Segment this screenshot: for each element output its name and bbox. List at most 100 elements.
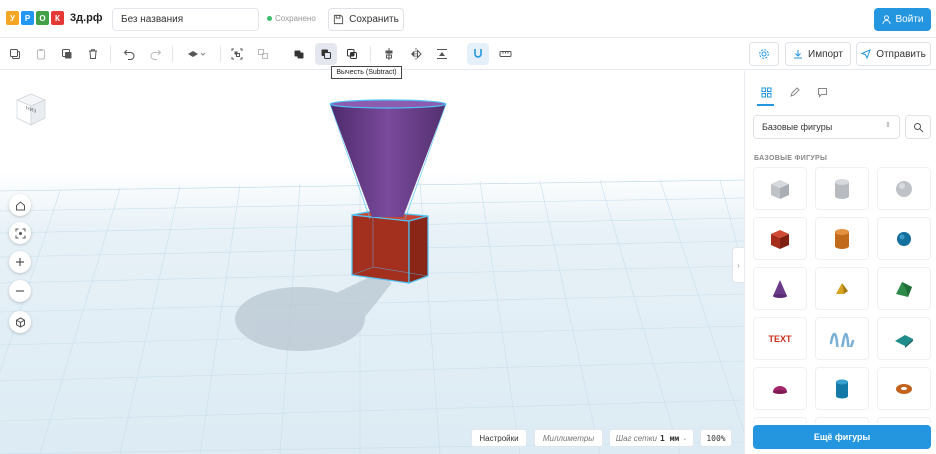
active-tab-indicator: [757, 104, 774, 106]
clipboard-icon: [37, 49, 45, 60]
snap-button[interactable]: [467, 43, 489, 65]
shape-cone[interactable]: [753, 267, 807, 310]
workplane-dropdown[interactable]: [182, 43, 212, 65]
view-cube[interactable]: НИЗ: [12, 91, 48, 127]
shape-cylinder[interactable]: [815, 217, 869, 260]
ungroup-button[interactable]: [252, 43, 274, 65]
import-button-label: Импорт: [808, 48, 843, 60]
redo-icon: [150, 49, 161, 60]
save-status: Сохранено: [267, 14, 316, 23]
orange-torus-icon: [896, 383, 912, 394]
shape-box[interactable]: [753, 217, 807, 260]
intersect-button[interactable]: [341, 43, 363, 65]
teal-wedge-icon: [895, 334, 913, 348]
shape-partial[interactable]: [815, 417, 869, 423]
red-box-shape[interactable]: [351, 210, 429, 284]
chevron-right-icon: ›: [737, 260, 740, 270]
shape-torus[interactable]: [877, 367, 931, 410]
union-icon: [294, 50, 304, 59]
login-button[interactable]: Войти: [874, 8, 931, 31]
zoom-in-button[interactable]: [9, 251, 31, 273]
magnet-icon: [474, 49, 482, 58]
yellow-pyramid-icon: [836, 282, 848, 294]
shape-cylinder-hole[interactable]: [815, 167, 869, 210]
section-title: БАЗОВЫЕ ФИГУРЫ: [754, 155, 828, 162]
shape-scribble[interactable]: [815, 317, 869, 360]
shape-text[interactable]: TEXT: [753, 317, 807, 360]
logo-letter: У: [6, 11, 19, 25]
shape-sphere[interactable]: [877, 217, 931, 260]
shape-library-value: Базовые фигуры: [762, 122, 833, 132]
shape-tube[interactable]: [815, 367, 869, 410]
delete-button[interactable]: [82, 43, 104, 65]
shape-roof[interactable]: [877, 267, 931, 310]
mirror-icon: [411, 48, 422, 60]
toolbar-divider: [172, 46, 173, 62]
shape-partial[interactable]: [877, 417, 931, 423]
group-icon: [231, 48, 243, 60]
grid-step-label: Шаг сетки: [615, 433, 657, 443]
union-button[interactable]: [288, 43, 310, 65]
units-selector[interactable]: Миллиметры: [534, 429, 603, 447]
grid-step-selector[interactable]: Шаг сетки 1 мм ⌄: [609, 429, 694, 447]
subtract-button[interactable]: [315, 43, 337, 65]
tab-notes[interactable]: [783, 81, 805, 103]
shape-sphere-hole[interactable]: [877, 167, 931, 210]
red-box-icon: [771, 229, 789, 249]
undo-button[interactable]: [118, 43, 140, 65]
settings-button[interactable]: [749, 42, 779, 66]
purple-cone-shape[interactable]: [329, 99, 447, 220]
hole-box-icon: [771, 179, 789, 199]
tab-shapes[interactable]: [755, 81, 777, 103]
purple-cone-icon: [773, 279, 787, 298]
duplicate-button[interactable]: [56, 43, 78, 65]
zoom-out-button[interactable]: [9, 280, 31, 302]
shape-wedge[interactable]: [877, 317, 931, 360]
import-button[interactable]: Импорт: [785, 42, 851, 66]
shape-search-button[interactable]: [905, 115, 931, 139]
top-header: У Р О К 3д.рф Сохранено Сохранить Войти: [0, 0, 936, 38]
download-icon: [794, 50, 803, 59]
send-button[interactable]: Отправить: [856, 42, 931, 66]
distribute-button[interactable]: [431, 43, 453, 65]
status-dot-icon: [267, 16, 272, 21]
shape-half-sphere[interactable]: [753, 367, 807, 410]
3d-viewport[interactable]: НИЗ Настройки Миллиметры Шаг сетки 1 мм …: [0, 71, 744, 454]
fit-view-button[interactable]: [9, 222, 31, 244]
plus-icon: [16, 258, 24, 266]
view-settings-button[interactable]: Настройки: [471, 429, 527, 447]
projection-button[interactable]: [9, 311, 31, 333]
workplane-icon: [188, 51, 206, 57]
shape-library-select[interactable]: Базовые фигуры ⇕: [753, 115, 900, 139]
copy-button[interactable]: [4, 43, 26, 65]
save-button[interactable]: Сохранить: [328, 8, 404, 31]
align-icon: [385, 48, 393, 60]
shapes-grid: TEXT: [753, 167, 931, 423]
ungroup-icon: [258, 49, 268, 59]
tab-comments[interactable]: [811, 81, 833, 103]
text-shape-label: TEXT: [768, 333, 792, 344]
shape-pyramid[interactable]: [815, 267, 869, 310]
shape-box-hole[interactable]: [753, 167, 807, 210]
blue-sphere-icon: [897, 231, 911, 246]
brand-name: 3д.рф: [70, 12, 103, 24]
mirror-button[interactable]: [405, 43, 427, 65]
redo-button[interactable]: [144, 43, 166, 65]
more-shapes-button[interactable]: Ещё фигуры: [753, 425, 931, 449]
ruler-button[interactable]: [494, 43, 516, 65]
paste-button[interactable]: [30, 43, 52, 65]
green-roof-icon: [896, 281, 912, 297]
hole-sphere-icon: [896, 180, 912, 197]
home-view-button[interactable]: [9, 194, 31, 216]
workplane-scene: [0, 99, 744, 454]
group-button[interactable]: [226, 43, 248, 65]
subtract-tooltip: Вычесть (Subtract): [331, 66, 402, 79]
logo[interactable]: У Р О К 3д.рф: [6, 11, 103, 25]
hole-cylinder-icon: [835, 178, 849, 199]
logo-letter: О: [36, 11, 49, 25]
zoom-level-indicator[interactable]: 100%: [700, 429, 732, 447]
project-title-input[interactable]: [112, 8, 259, 31]
panel-collapse-handle[interactable]: ›: [732, 247, 744, 283]
align-button[interactable]: [378, 43, 400, 65]
shape-partial[interactable]: [753, 417, 807, 423]
